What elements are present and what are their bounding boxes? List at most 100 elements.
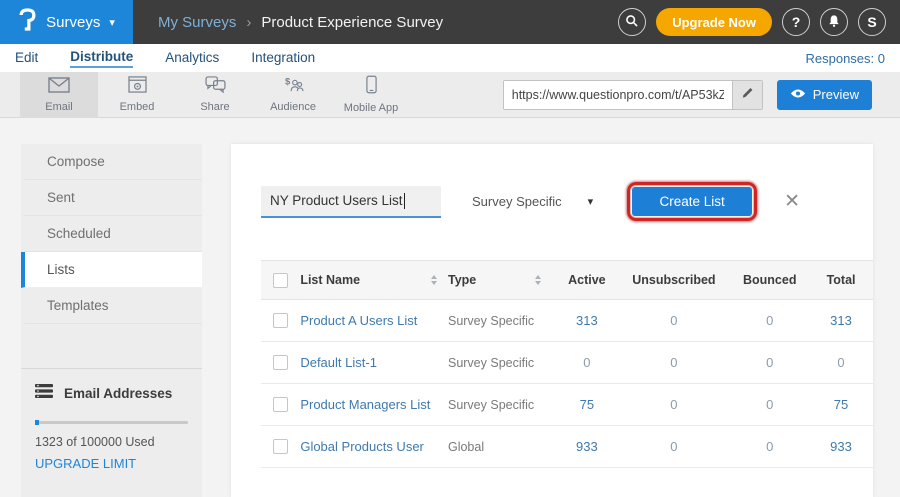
toolbar-item-mobile-app[interactable]: Mobile App [332, 72, 410, 118]
sort-icon[interactable] [534, 274, 542, 286]
search-icon [625, 14, 639, 31]
close-icon[interactable]: ✕ [784, 190, 800, 213]
tab-edit[interactable]: Edit [15, 50, 38, 67]
table-row: Product Managers List Survey Specific 75… [261, 384, 873, 426]
toolbar-item-embed[interactable]: Embed [98, 72, 176, 118]
top-navigation-bar: Surveys ▾ My Surveys › Product Experienc… [0, 0, 900, 44]
unsubscribed-count: 0 [617, 397, 730, 412]
usage-text: 1323 of 100000 Used [35, 435, 188, 449]
header-type: Type [448, 273, 476, 287]
total-count: 0 [809, 355, 873, 370]
survey-tab-bar: Edit Distribute Analytics Integration Re… [0, 44, 900, 72]
select-all-checkbox[interactable] [273, 273, 288, 288]
user-avatar[interactable]: S [858, 8, 886, 36]
distribute-toolbar: Email Embed Share $ Audience Mobile App [0, 72, 900, 118]
active-count[interactable]: 313 [556, 313, 617, 328]
total-count[interactable]: 933 [809, 439, 873, 454]
usage-progress-bar [35, 421, 188, 424]
row-checkbox[interactable] [273, 439, 288, 454]
sidebar-item-scheduled[interactable]: Scheduled [21, 216, 202, 252]
create-list-form: NY Product Users List Survey Specific ▾ … [261, 182, 873, 221]
audience-icon: $ [283, 76, 304, 98]
header-total: Total [809, 273, 873, 287]
sidebar-item-templates[interactable]: Templates [21, 288, 202, 324]
sidebar-item-lists[interactable]: Lists [21, 252, 202, 288]
product-menu-label: Surveys [46, 14, 100, 31]
list-name-link[interactable]: Product Managers List [300, 397, 430, 412]
search-button[interactable] [618, 8, 646, 36]
table-row: Global Products User Global 933 0 0 933 [261, 426, 873, 468]
create-list-button[interactable]: Create List [632, 187, 752, 216]
chevron-down-icon: ▾ [109, 16, 115, 29]
header-unsubscribed: Unsubscribed [617, 273, 730, 287]
toolbar-item-email[interactable]: Email [20, 72, 98, 118]
unsubscribed-count: 0 [617, 439, 730, 454]
product-menu[interactable]: Surveys ▾ [0, 0, 133, 44]
bounced-count: 0 [730, 313, 809, 328]
bounced-count: 0 [730, 355, 809, 370]
toolbar-item-audience[interactable]: $ Audience [254, 72, 332, 118]
row-checkbox[interactable] [273, 397, 288, 412]
lists-panel: NY Product Users List Survey Specific ▾ … [231, 144, 873, 497]
annotation-highlight: Create List [627, 182, 757, 221]
avatar-initial: S [867, 14, 876, 30]
survey-url-input[interactable] [504, 81, 732, 109]
tab-distribute[interactable]: Distribute [70, 49, 133, 68]
list-name-link[interactable]: Global Products User [300, 439, 424, 454]
help-button[interactable]: ? [782, 8, 810, 36]
bounced-count: 0 [730, 439, 809, 454]
list-name-input[interactable]: NY Product Users List [261, 186, 441, 218]
sidebar-item-compose[interactable]: Compose [21, 144, 202, 180]
breadcrumb: My Surveys › Product Experience Survey [133, 14, 443, 31]
tab-analytics[interactable]: Analytics [165, 50, 219, 67]
email-addresses-header: Email Addresses [35, 384, 188, 403]
email-icon [48, 77, 70, 98]
active-count: 0 [556, 355, 617, 370]
active-count[interactable]: 933 [556, 439, 617, 454]
edit-url-button[interactable] [732, 81, 762, 109]
dropdown-caret-icon: ▾ [588, 195, 594, 208]
row-checkbox[interactable] [273, 355, 288, 370]
share-icon [205, 76, 226, 98]
header-bounced: Bounced [730, 273, 809, 287]
list-type-dropdown[interactable]: Survey Specific ▾ [472, 194, 593, 209]
table-header-row: List Name Type Active Unsubscribed Bounc… [261, 260, 873, 300]
usage-progress-fill [35, 420, 39, 425]
survey-url-group: Preview [503, 80, 872, 110]
total-count[interactable]: 75 [809, 397, 873, 412]
unsubscribed-count: 0 [617, 313, 730, 328]
list-type-selected: Survey Specific [472, 194, 562, 209]
bell-icon [827, 14, 841, 31]
preview-button[interactable]: Preview [777, 80, 872, 110]
svg-text:$: $ [285, 77, 291, 88]
responses-count[interactable]: Responses: 0 [806, 51, 886, 66]
notifications-button[interactable] [820, 8, 848, 36]
header-list-name: List Name [300, 273, 360, 287]
toolbar-item-share[interactable]: Share [176, 72, 254, 118]
embed-icon [128, 76, 147, 98]
header-active: Active [556, 273, 617, 287]
lists-table: List Name Type Active Unsubscribed Bounc… [261, 260, 873, 468]
upgrade-limit-link[interactable]: UPGRADE LIMIT [35, 456, 188, 471]
unsubscribed-count: 0 [617, 355, 730, 370]
help-icon: ? [792, 14, 801, 30]
total-count[interactable]: 313 [809, 313, 873, 328]
email-sidebar: Compose Sent Scheduled Lists Templates E… [21, 144, 202, 497]
list-name-link[interactable]: Product A Users List [300, 313, 417, 328]
sidebar-item-sent[interactable]: Sent [21, 180, 202, 216]
table-row: Default List-1 Survey Specific 0 0 0 0 [261, 342, 873, 384]
row-checkbox[interactable] [273, 313, 288, 328]
topbar-actions: Upgrade Now ? S [618, 8, 900, 36]
list-name-link[interactable]: Default List-1 [300, 355, 377, 370]
tab-integration[interactable]: Integration [251, 50, 315, 67]
eye-icon [790, 87, 806, 102]
text-cursor [404, 193, 405, 209]
bounced-count: 0 [730, 397, 809, 412]
sort-icon[interactable] [430, 274, 438, 286]
upgrade-now-button[interactable]: Upgrade Now [656, 8, 772, 36]
table-row: Product A Users List Survey Specific 313… [261, 300, 873, 342]
survey-url-box [503, 80, 763, 110]
pencil-icon [741, 86, 754, 104]
breadcrumb-my-surveys[interactable]: My Surveys [158, 14, 236, 31]
active-count[interactable]: 75 [556, 397, 617, 412]
